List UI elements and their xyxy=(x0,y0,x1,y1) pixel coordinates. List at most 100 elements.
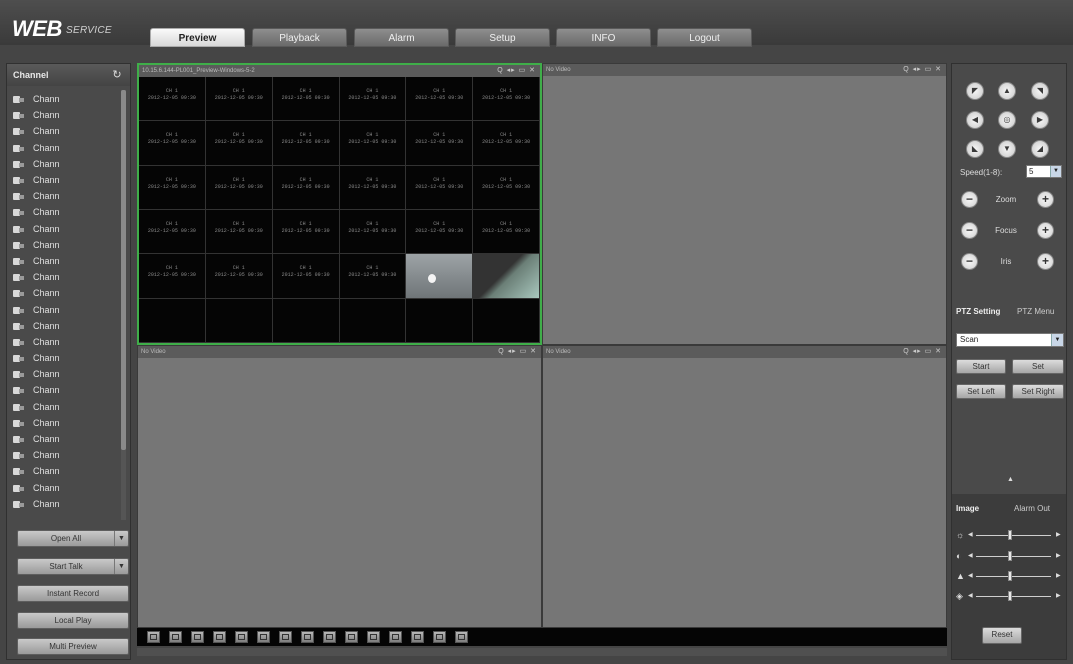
set-right-button[interactable]: Set Right xyxy=(1012,384,1064,399)
left-arrow-icon[interactable]: ◀ xyxy=(968,570,973,582)
tab-alarm[interactable]: Alarm xyxy=(354,28,449,47)
channel-item[interactable]: Chann xyxy=(7,107,119,123)
tab-ptz-menu[interactable]: PTZ Menu xyxy=(1017,307,1054,316)
ptz-mode-select[interactable]: Scan ▼ xyxy=(956,333,1064,347)
channel-item[interactable]: Chann xyxy=(7,253,119,269)
collapse-up-icon[interactable]: ▲ xyxy=(1007,476,1014,483)
tab-preview[interactable]: Preview xyxy=(150,28,245,47)
channel-item[interactable]: Chann xyxy=(7,285,119,301)
slider-track[interactable] xyxy=(976,535,1051,536)
slider-thumb[interactable] xyxy=(1007,551,1012,561)
chevron-down-icon[interactable]: ▼ xyxy=(1051,334,1063,346)
tab-info[interactable]: INFO xyxy=(556,28,651,47)
speed-select[interactable]: 5 ▼ xyxy=(1026,165,1062,178)
layout-8-icon[interactable] xyxy=(279,631,292,643)
layout-9-icon[interactable] xyxy=(301,631,314,643)
channel-item[interactable]: Chann xyxy=(7,463,119,479)
reset-button[interactable]: Reset xyxy=(982,627,1022,644)
tab-playback[interactable]: Playback xyxy=(252,28,347,47)
tab-alarm-out[interactable]: Alarm Out xyxy=(1014,504,1050,513)
set-button[interactable]: Set xyxy=(1012,359,1064,374)
slider-thumb[interactable] xyxy=(1007,571,1012,581)
open-all-button[interactable]: Open All ▼ xyxy=(17,530,129,547)
layout-64-icon[interactable] xyxy=(433,631,446,643)
horizontal-scrollbar[interactable] xyxy=(137,648,947,656)
layout-36-icon[interactable] xyxy=(411,631,424,643)
channel-item[interactable]: Chann xyxy=(7,301,119,317)
left-arrow-icon[interactable]: ◀ xyxy=(968,550,973,562)
right-arrow-icon[interactable]: ▶ xyxy=(1056,550,1061,562)
left-arrow-icon[interactable]: ◀ xyxy=(968,529,973,541)
start-talk-button[interactable]: Start Talk ▼ xyxy=(17,558,129,575)
channel-item[interactable]: Chann xyxy=(7,399,119,415)
channel-item[interactable]: Chann xyxy=(7,269,119,285)
slider-thumb[interactable] xyxy=(1007,591,1012,601)
brightness-slider[interactable]: ☼ ◀ ▶ xyxy=(956,529,1064,541)
channel-item[interactable]: Chann xyxy=(7,318,119,334)
tab-ptz-setting[interactable]: PTZ Setting xyxy=(956,307,1000,316)
chevron-down-icon[interactable]: ▼ xyxy=(1050,166,1061,177)
slider-thumb[interactable] xyxy=(1007,530,1012,540)
pane-controls-icon[interactable]: Q ◂▸ ▭ ✕ xyxy=(903,346,942,358)
focus-minus-button[interactable]: − xyxy=(961,222,978,239)
ptz-up-icon[interactable]: ▲ xyxy=(998,82,1016,100)
channel-item[interactable]: Chann xyxy=(7,140,119,156)
ptz-up-right-icon[interactable]: ◥ xyxy=(1031,82,1049,100)
video-pane-1[interactable]: 10.15.6.144-PL001_Preview-Windows-5-2 Q … xyxy=(137,63,542,345)
channel-item[interactable]: Chann xyxy=(7,431,119,447)
channel-item[interactable]: Chann xyxy=(7,91,119,107)
focus-plus-button[interactable]: + xyxy=(1037,222,1054,239)
pane-controls-icon[interactable]: Q ◂▸ ▭ ✕ xyxy=(498,346,537,358)
right-arrow-icon[interactable]: ▶ xyxy=(1056,590,1061,602)
scrollbar-thumb[interactable] xyxy=(121,90,126,450)
channel-item[interactable]: Chann xyxy=(7,366,119,382)
tab-logout[interactable]: Logout xyxy=(657,28,752,47)
zoom-minus-button[interactable]: − xyxy=(961,191,978,208)
slider-track[interactable] xyxy=(976,576,1051,577)
pane-controls-icon[interactable]: Q ◂▸ ▭ ✕ xyxy=(497,65,536,77)
iris-plus-button[interactable]: + xyxy=(1037,253,1054,270)
ptz-down-left-icon[interactable]: ◣ xyxy=(966,140,984,158)
layout-single-icon[interactable] xyxy=(213,631,226,643)
layout-fullscreen-icon[interactable] xyxy=(169,631,182,643)
right-arrow-icon[interactable]: ▶ xyxy=(1056,570,1061,582)
channel-scrollbar[interactable] xyxy=(121,90,126,520)
slider-track[interactable] xyxy=(976,596,1051,597)
layout-16-icon[interactable] xyxy=(345,631,358,643)
tab-image[interactable]: Image xyxy=(956,504,979,513)
refresh-icon[interactable]: ↻ xyxy=(110,68,124,82)
video-pane-4[interactable]: No Video Q ◂▸ ▭ ✕ xyxy=(542,345,947,628)
zoom-plus-button[interactable]: + xyxy=(1037,191,1054,208)
chevron-down-icon[interactable]: ▼ xyxy=(114,559,128,574)
channel-item[interactable]: Chann xyxy=(7,156,119,172)
ptz-down-right-icon[interactable]: ◢ xyxy=(1031,140,1049,158)
ptz-up-left-icon[interactable]: ◤ xyxy=(966,82,984,100)
iris-minus-button[interactable]: − xyxy=(961,253,978,270)
layout-stretch-icon[interactable] xyxy=(191,631,204,643)
tab-setup[interactable]: Setup xyxy=(455,28,550,47)
hue-slider[interactable]: ◈ ◀ ▶ xyxy=(956,590,1064,602)
channel-item[interactable]: Chann xyxy=(7,496,119,512)
channel-item[interactable]: Chann xyxy=(7,447,119,463)
channel-item[interactable]: Chann xyxy=(7,204,119,220)
channel-item[interactable]: Chann xyxy=(7,382,119,398)
pane-controls-icon[interactable]: Q ◂▸ ▭ ✕ xyxy=(903,64,942,76)
video-pane-3[interactable]: No Video Q ◂▸ ▭ ✕ xyxy=(137,345,542,628)
left-arrow-icon[interactable]: ◀ xyxy=(968,590,973,602)
layout-20-icon[interactable] xyxy=(367,631,380,643)
slider-track[interactable] xyxy=(976,556,1051,557)
channel-item[interactable]: Chann xyxy=(7,350,119,366)
channel-item[interactable]: Chann xyxy=(7,237,119,253)
channel-item[interactable]: Chann xyxy=(7,415,119,431)
channel-item[interactable]: Chann xyxy=(7,123,119,139)
layout-25-icon[interactable] xyxy=(389,631,402,643)
layout-next-icon[interactable] xyxy=(455,631,468,643)
ptz-down-icon[interactable]: ▼ xyxy=(998,140,1016,158)
set-left-button[interactable]: Set Left xyxy=(956,384,1006,399)
chevron-down-icon[interactable]: ▼ xyxy=(114,531,128,546)
channel-item[interactable]: Chann xyxy=(7,172,119,188)
start-button[interactable]: Start xyxy=(956,359,1006,374)
layout-13-icon[interactable] xyxy=(323,631,336,643)
instant-record-button[interactable]: Instant Record xyxy=(17,585,129,602)
ptz-center-icon[interactable]: ◎ xyxy=(998,111,1016,129)
